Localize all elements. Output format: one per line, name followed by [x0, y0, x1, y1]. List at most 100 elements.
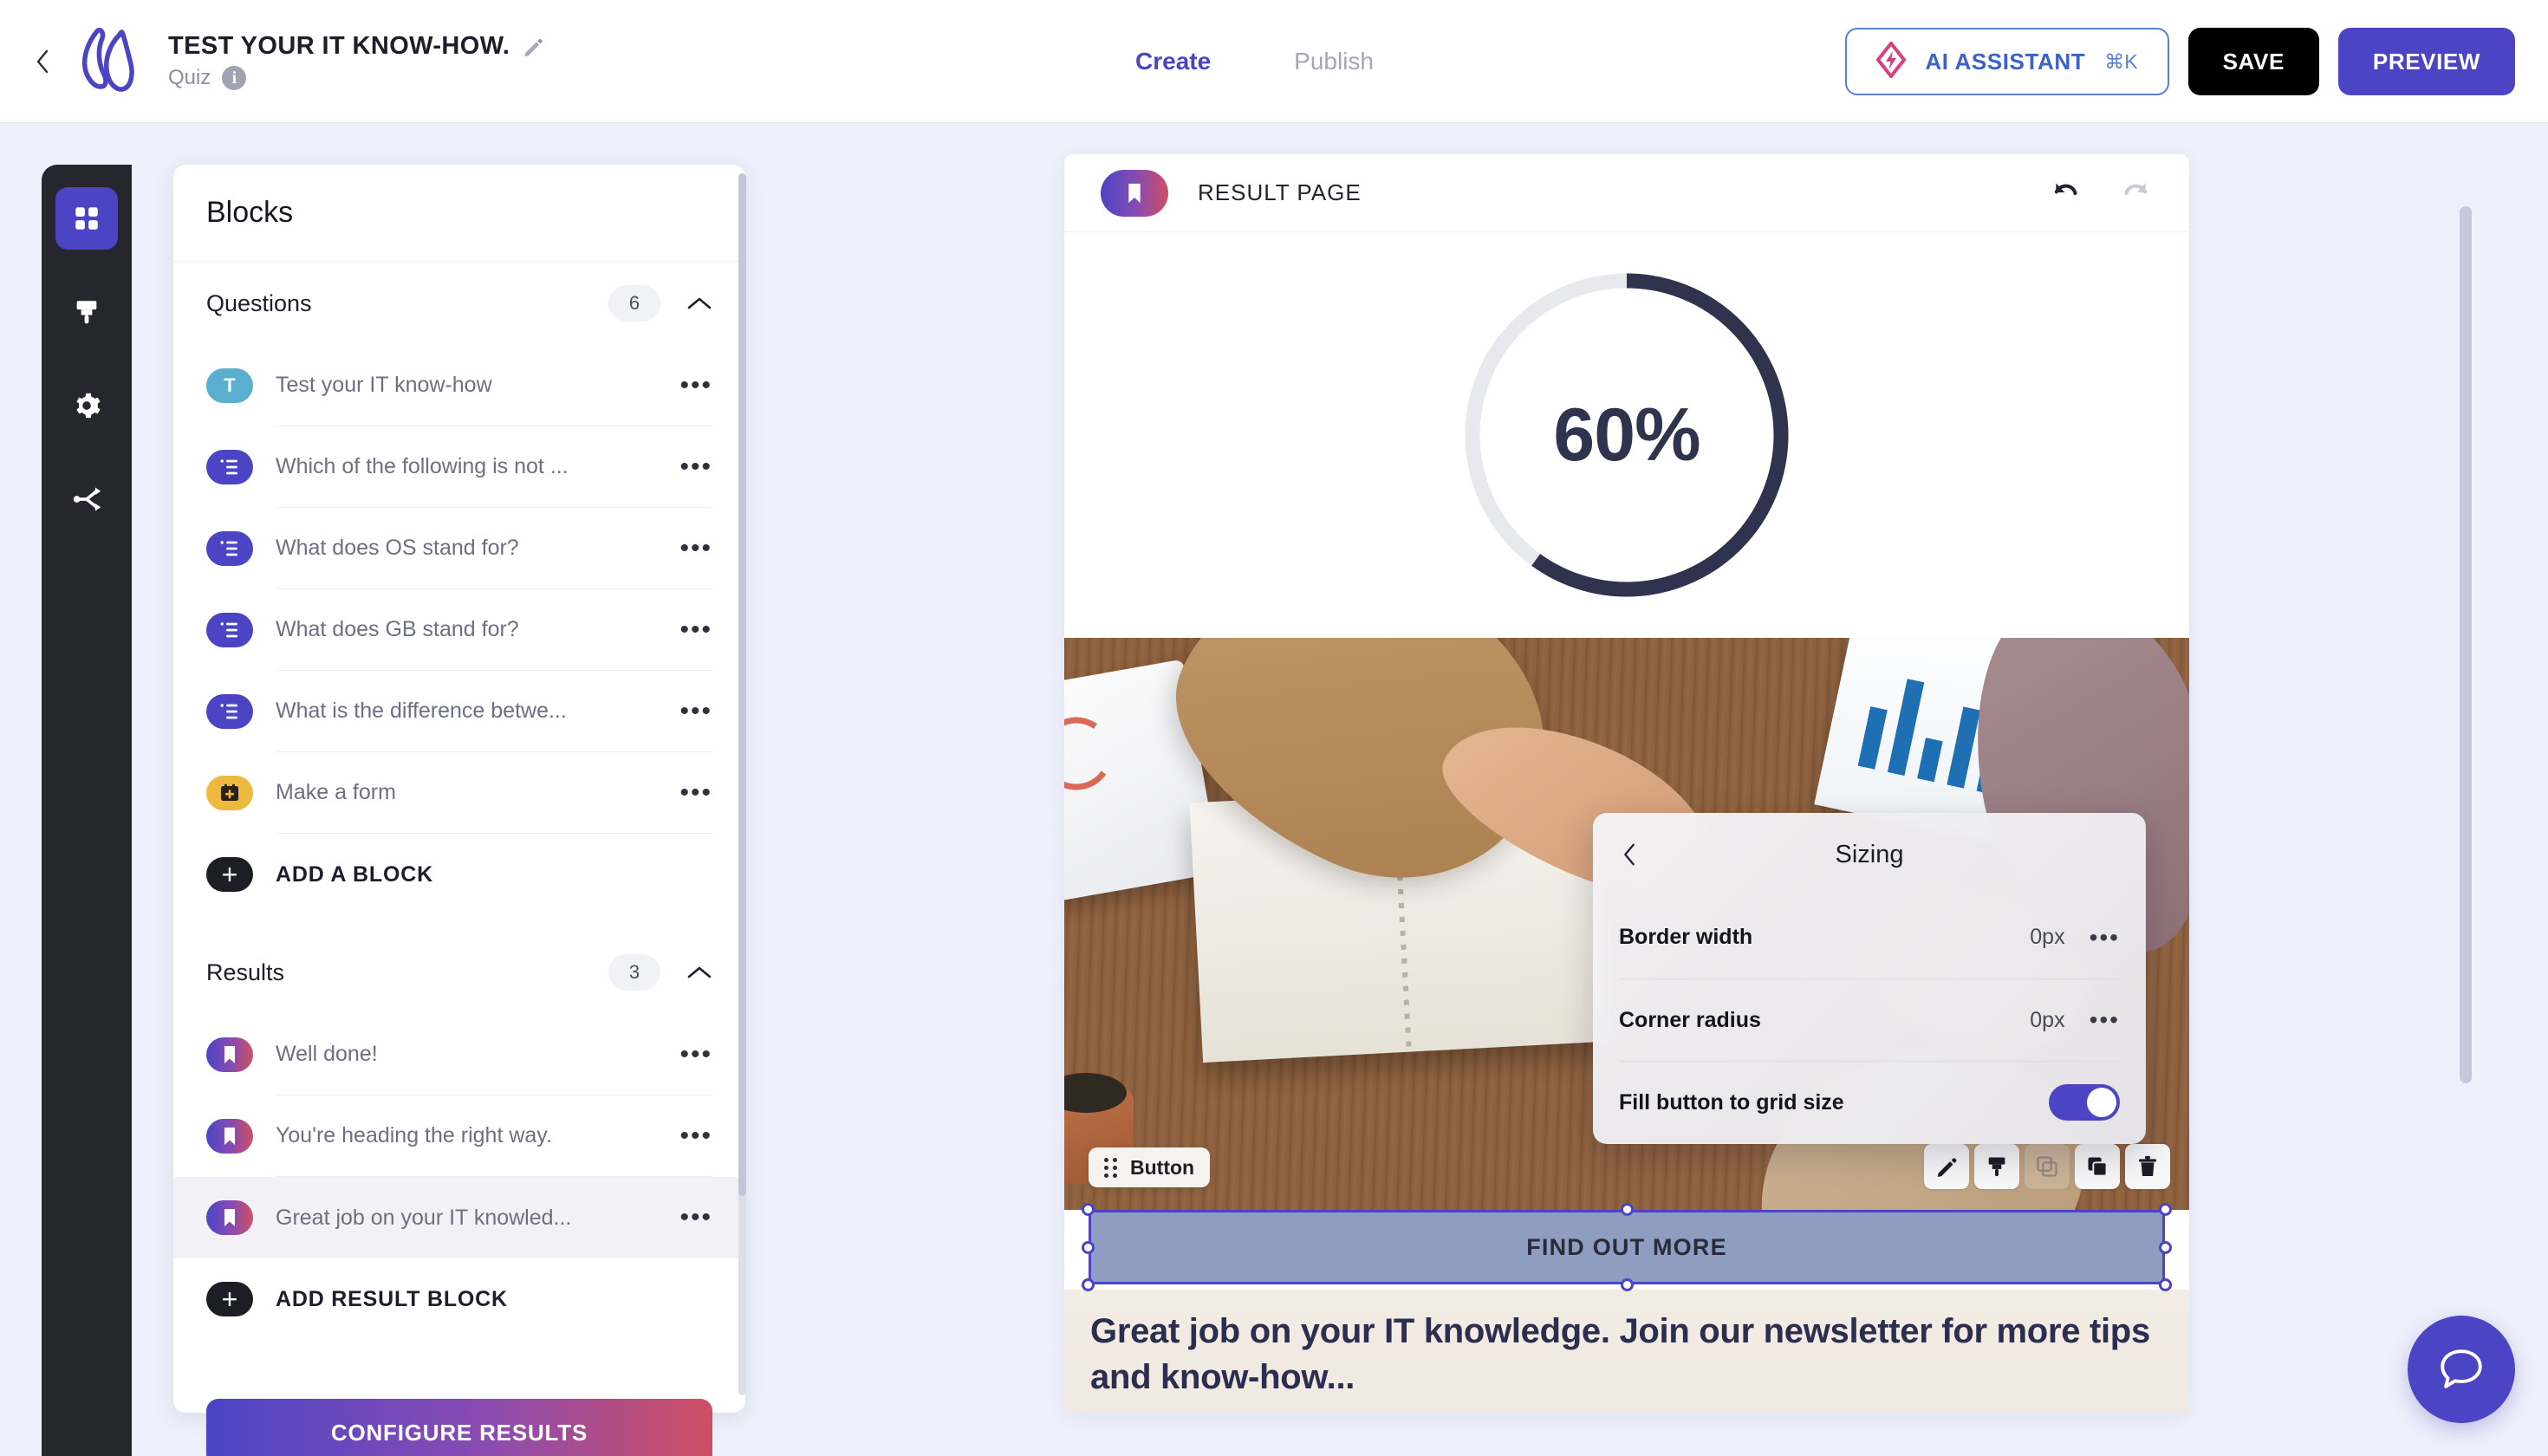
element-toolbar: [1924, 1144, 2170, 1189]
duplicate-icon: [2088, 1157, 2108, 1177]
list-item-body: Which of the following is not ... •••: [276, 426, 712, 508]
tab-publish[interactable]: Publish: [1294, 48, 1374, 75]
list-item-body: You're heading the right way. •••: [276, 1095, 712, 1177]
canvas-page-name: RESULT PAGE: [1198, 179, 1362, 205]
sizing-row-fill-grid: Fill button to grid size: [1619, 1061, 2120, 1143]
list-item[interactable]: What does OS stand for? •••: [173, 508, 745, 589]
document-subtitle-row: Quiz i: [168, 66, 544, 90]
element-delete-button[interactable]: [2125, 1144, 2170, 1189]
grid-icon: [75, 207, 98, 230]
add-a-block-button[interactable]: + ADD A BLOCK: [173, 834, 745, 915]
pencil-icon[interactable]: [522, 36, 544, 58]
brand-logo-icon[interactable]: [66, 20, 149, 103]
questions-group-label: Questions: [206, 289, 312, 316]
element-style-button[interactable]: [1974, 1144, 2019, 1189]
list-item[interactable]: What is the difference betwe... •••: [173, 671, 745, 752]
ellipsis-icon[interactable]: •••: [679, 779, 712, 806]
form-block-icon: [206, 776, 253, 810]
corner-radius-menu-icon[interactable]: •••: [2090, 1008, 2120, 1032]
quiz-block-icon: [206, 694, 253, 729]
ellipsis-icon[interactable]: •••: [679, 372, 712, 399]
panel-scrollbar[interactable]: [738, 173, 746, 1395]
resize-handle-ml[interactable]: [1082, 1241, 1095, 1254]
element-edit-button[interactable]: [1924, 1144, 1969, 1189]
ellipsis-icon[interactable]: •••: [679, 1205, 712, 1231]
list-item[interactable]: T Test your IT know-how •••: [173, 345, 745, 426]
configure-results-button[interactable]: CONFIGURE RESULTS: [206, 1399, 712, 1456]
undo-icon[interactable]: [2047, 176, 2082, 211]
list-item[interactable]: Which of the following is not ... •••: [173, 426, 745, 508]
undo-redo-group: [2047, 176, 2155, 211]
ellipsis-icon[interactable]: •••: [679, 1122, 712, 1149]
list-item-label: Well done!: [276, 1042, 378, 1066]
layers-icon: [2037, 1156, 2057, 1177]
add-result-block-button[interactable]: + ADD RESULT BLOCK: [173, 1258, 745, 1340]
redo-icon[interactable]: [2120, 176, 2155, 211]
sizing-back-button[interactable]: [1612, 837, 1647, 872]
bookmark-icon: [206, 1037, 253, 1072]
fill-grid-label: Fill button to grid size: [1619, 1089, 1844, 1115]
list-item-label: What does GB stand for?: [276, 617, 519, 641]
resize-handle-tr[interactable]: [2159, 1203, 2172, 1216]
questions-count-badge: 6: [608, 285, 660, 322]
ellipsis-icon[interactable]: •••: [679, 535, 712, 562]
resize-handle-tc[interactable]: [1621, 1203, 1634, 1216]
ellipsis-icon[interactable]: •••: [679, 698, 712, 725]
blocks-panel-header: Blocks: [173, 165, 745, 262]
list-item-label: Test your IT know-how: [276, 373, 492, 397]
list-item-label: Great job on your IT knowled...: [276, 1205, 572, 1230]
chat-support-button[interactable]: [2408, 1316, 2515, 1423]
find-out-more-label: FIND OUT MORE: [1526, 1233, 1727, 1260]
find-out-more-button[interactable]: FIND OUT MORE: [1082, 1203, 2172, 1291]
ellipsis-icon[interactable]: •••: [679, 1041, 712, 1068]
ai-assistant-shortcut: ⌘K: [2104, 49, 2138, 73]
element-drag-handle[interactable]: Button: [1089, 1147, 1211, 1187]
panel-scrollbar-thumb[interactable]: [738, 173, 746, 1196]
element-duplicate-button[interactable]: [2075, 1144, 2120, 1189]
fill-grid-toggle[interactable]: [2049, 1084, 2120, 1121]
ai-assistant-button[interactable]: AI ASSISTANT ⌘K: [1845, 28, 2169, 95]
ellipsis-icon[interactable]: •••: [679, 616, 712, 643]
preview-button[interactable]: PREVIEW: [2337, 28, 2515, 95]
sidebar-item-logic[interactable]: [55, 468, 118, 530]
list-item-label: What is the difference betwe...: [276, 699, 567, 723]
sizing-popover-title: Sizing: [1835, 840, 1904, 868]
sidebar-item-settings[interactable]: [55, 374, 118, 437]
list-item-selected[interactable]: Great job on your IT knowled... •••: [173, 1177, 745, 1258]
list-item[interactable]: Make a form •••: [173, 752, 745, 834]
resize-handle-tl[interactable]: [1082, 1203, 1095, 1216]
info-icon[interactable]: i: [222, 66, 247, 90]
resize-handle-br[interactable]: [2159, 1278, 2172, 1291]
save-button[interactable]: SAVE: [2187, 28, 2319, 95]
page-title: TEST YOUR IT KNOW-HOW.: [168, 32, 510, 60]
cta-text-block[interactable]: Great job on your IT knowledge. Join our…: [1064, 1290, 2189, 1413]
canvas-preview: RESULT PAGE 60% Button FIND OUT MORE Gre…: [1064, 154, 2189, 1413]
page-scrollbar[interactable]: [2460, 206, 2472, 1083]
list-item[interactable]: What does GB stand for? •••: [173, 589, 745, 671]
ellipsis-icon[interactable]: •••: [679, 453, 712, 480]
chevron-left-icon: [1624, 843, 1635, 866]
element-layer-button: [2025, 1144, 2070, 1189]
group-divider: [173, 915, 745, 931]
sizing-row-corner-radius: Corner radius 0px •••: [1619, 978, 2120, 1061]
resize-handle-bl[interactable]: [1082, 1278, 1095, 1291]
chevron-up-icon[interactable]: [686, 290, 712, 316]
sidebar-item-design[interactable]: [55, 281, 118, 343]
list-item[interactable]: Well done! •••: [173, 1014, 745, 1095]
chevron-up-icon[interactable]: [686, 959, 712, 985]
tab-create[interactable]: Create: [1135, 48, 1211, 75]
paintbrush-icon: [76, 301, 97, 324]
border-width-value[interactable]: 0px: [2030, 925, 2064, 950]
list-item[interactable]: You're heading the right way. •••: [173, 1095, 745, 1177]
border-width-menu-icon[interactable]: •••: [2090, 925, 2120, 950]
top-bar-actions: AI ASSISTANT ⌘K SAVE PREVIEW: [1845, 0, 2515, 123]
corner-radius-value[interactable]: 0px: [2030, 1008, 2064, 1033]
results-group-header: Results 3: [173, 931, 745, 1014]
resize-handle-mr[interactable]: [2159, 1241, 2172, 1254]
list-item-body: What does OS stand for? •••: [276, 508, 712, 589]
back-button[interactable]: [29, 44, 55, 79]
resize-handle-bc[interactable]: [1621, 1278, 1634, 1291]
element-type-label: Button: [1130, 1155, 1195, 1179]
bookmark-icon: [1101, 169, 1168, 217]
sidebar-item-blocks[interactable]: [55, 187, 118, 250]
